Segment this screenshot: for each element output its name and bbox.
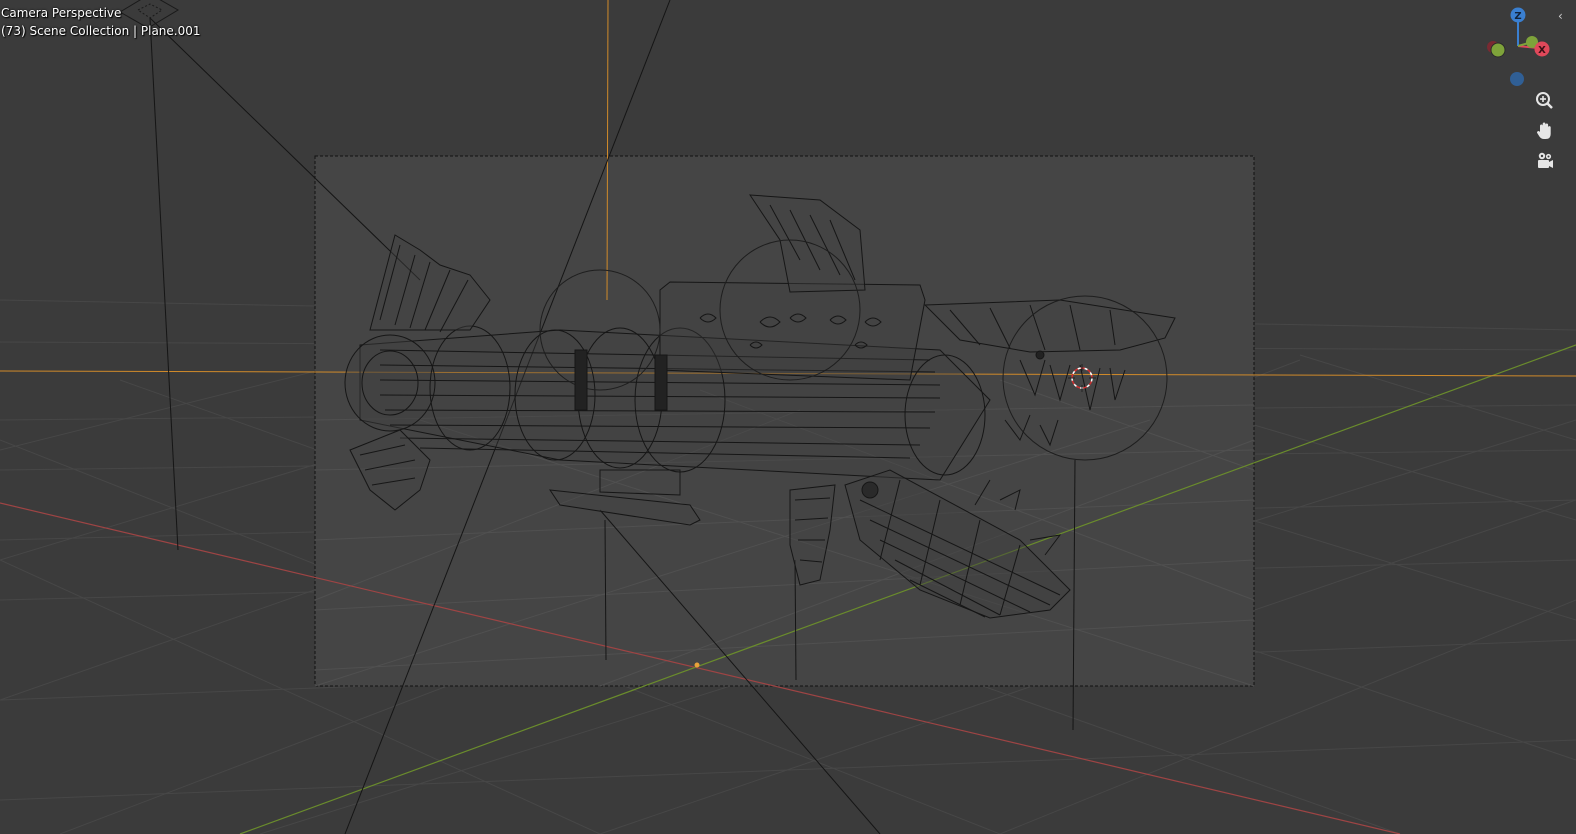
neg-y-axis-handle[interactable] [1490, 42, 1506, 58]
zoom-icon [1536, 92, 1553, 109]
3d-viewport[interactable]: Camera Perspective (73) Scene Collection… [0, 0, 1576, 834]
scene-canvas[interactable] [0, 0, 1576, 834]
zoom-button[interactable] [1533, 89, 1557, 113]
neg-z-axis-handle[interactable] [1510, 72, 1524, 86]
x-axis-label: X [1538, 45, 1546, 56]
view-name-label: Camera Perspective [1, 6, 122, 20]
chevron-left-icon[interactable]: ‹ [1558, 8, 1570, 24]
camera-view-button[interactable] [1533, 149, 1557, 173]
z-axis-label: Z [1514, 11, 1521, 22]
navigation-gizmo[interactable]: Z X [1480, 4, 1552, 94]
camera-view-icon [1538, 152, 1553, 168]
pan-button[interactable] [1533, 119, 1557, 143]
origin-point [694, 662, 700, 668]
scene-collection-label: (73) Scene Collection | Plane.001 [1, 24, 201, 38]
pan-hand-icon [1537, 122, 1551, 139]
